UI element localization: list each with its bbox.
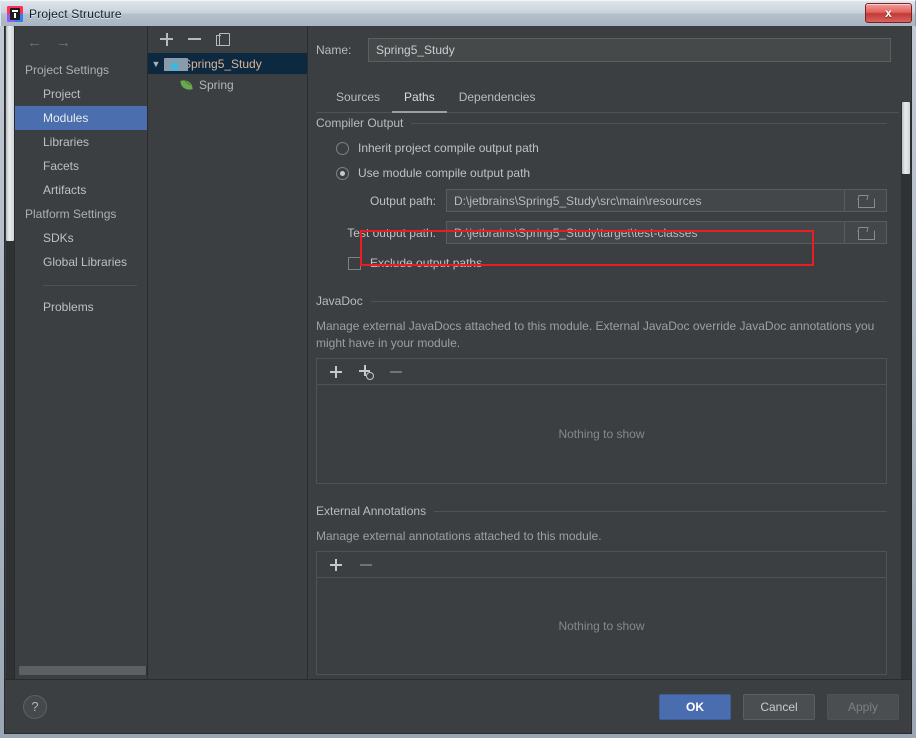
javadoc-empty-state: Nothing to show [558,427,645,441]
section-title-external-annotations: External Annotations [316,504,427,518]
sidebar-nav-arrows: ← → [15,26,147,56]
exclude-output-label: Exclude output paths [370,256,483,270]
module-name-label: Name: [316,43,352,57]
section-compiler-output: Compiler Output [316,116,887,130]
cancel-button[interactable]: Cancel [743,693,815,720]
project-structure-window: Project Structure x ← → Project Settings… [0,0,916,738]
test-output-path-input[interactable] [447,222,844,243]
javadoc-add-button[interactable] [329,365,343,379]
external-annotations-empty-state: Nothing to show [558,619,645,633]
arrow-left-icon[interactable]: ← [27,35,42,50]
left-scrollbar[interactable] [5,26,15,680]
sidebar-item-sdks[interactable]: SDKs [15,226,147,250]
javadoc-toolbar [317,359,886,385]
sidebar-item-libraries[interactable]: Libraries [15,130,147,154]
copy-module-button[interactable] [216,32,230,46]
external-annotations-description: Manage external annotations attached to … [316,529,602,543]
globe-icon [366,371,374,380]
dialog-body: ← → Project Settings Project Modules Lib… [4,26,912,734]
sidebar-group-platform-settings: Platform Settings [25,207,117,221]
jetbrains-icon [7,5,23,22]
module-tree-toolbar [148,26,307,53]
output-path-input[interactable] [447,190,844,211]
help-icon[interactable]: ? [23,694,47,719]
sidebar-item-facets[interactable]: Facets [15,154,147,178]
field-row-test-output-path: Test output path: [316,221,887,244]
external-annotations-list-box: Nothing to show [316,551,887,675]
main-scrollbar-thumb[interactable] [902,102,910,174]
folder-icon [858,227,875,240]
external-annotations-toolbar [317,552,886,578]
radio-row-module-output[interactable]: Use module compile output path [336,166,901,180]
section-title-compiler-output: Compiler Output [316,116,404,130]
apply-button[interactable]: Apply [827,693,899,720]
test-output-path-label: Test output path: [347,225,436,240]
sidebar-item-modules[interactable]: Modules [15,106,147,130]
sidebar-hscrollbar-thumb[interactable] [19,666,146,675]
javadoc-add-url-button[interactable] [359,365,374,380]
check-row-exclude-output[interactable]: Exclude output paths [348,256,901,270]
section-external-annotations: External Annotations [316,504,887,518]
output-path-browse-button[interactable] [844,190,886,211]
add-module-button[interactable] [160,32,174,46]
javadoc-description: Manage external JavaDocs attached to thi… [316,319,875,350]
test-output-path-field-wrap [446,221,887,244]
javadoc-remove-button[interactable] [389,365,403,379]
remove-module-button[interactable] [188,32,202,46]
module-tree-panel: ▼ Spring5_Study Spring [148,26,308,680]
sidebar-group-project-settings: Project Settings [25,63,110,77]
external-annotations-remove-button[interactable] [359,558,373,572]
output-path-label: Output path: [369,193,436,208]
field-row-output-path: Output path: [316,189,887,212]
module-folder-icon [164,57,188,71]
dialog-content: ← → Project Settings Project Modules Lib… [5,26,911,680]
sidebar-item-problems[interactable]: Problems [15,295,147,319]
sidebar-item-global-libraries[interactable]: Global Libraries [15,250,147,274]
radio-row-inherit-output[interactable]: Inherit project compile output path [336,141,901,155]
tree-label-facet-spring: Spring [199,77,234,92]
section-title-javadoc: JavaDoc [316,294,363,308]
section-rule [370,300,887,302]
tree-row-facet-spring[interactable]: Spring [148,74,307,95]
section-rule [434,510,887,512]
test-output-path-browse-button[interactable] [844,222,886,243]
paths-scroll-area: Compiler Output Inherit project compile … [308,102,901,680]
sidebar-horizontal-scrollbar[interactable] [19,666,147,675]
tree-label-module-root: Spring5_Study [183,56,262,71]
javadoc-list-box: Nothing to show [316,358,887,484]
tree-row-module-root[interactable]: ▼ Spring5_Study [148,53,307,74]
window-titlebar: Project Structure x [0,0,916,26]
output-path-field-wrap [446,189,887,212]
module-settings-panel: Name: Sources Paths Dependencies Compile… [308,26,911,680]
radio-module-output[interactable] [336,166,349,180]
sidebar-item-project[interactable]: Project [15,82,147,106]
arrow-right-icon[interactable]: → [56,35,71,50]
ok-button[interactable]: OK [659,693,731,720]
section-javadoc: JavaDoc [316,294,887,308]
dialog-footer: ? OK Cancel Apply [5,679,911,733]
radio-label-module-output: Use module compile output path [358,166,531,180]
radio-label-inherit-output: Inherit project compile output path [358,141,539,155]
section-rule [411,122,887,124]
sidebar-nav-list: Project Settings Project Modules Librari… [15,56,147,319]
module-name-row: Name: [308,26,911,62]
close-icon[interactable]: x [865,3,912,23]
chevron-down-icon[interactable]: ▼ [148,59,164,69]
left-scrollbar-thumb[interactable] [6,26,14,241]
main-vertical-scrollbar[interactable] [901,102,911,680]
module-name-input[interactable] [368,38,891,62]
spring-leaf-icon [180,79,194,91]
radio-inherit-output[interactable] [336,141,349,155]
external-annotations-add-button[interactable] [329,558,343,572]
sidebar-item-artifacts[interactable]: Artifacts [15,178,147,202]
folder-icon [858,195,875,208]
exclude-output-checkbox[interactable] [348,256,361,270]
window-title: Project Structure [29,6,122,21]
sidebar-divider [43,285,137,286]
settings-sidebar: ← → Project Settings Project Modules Lib… [15,26,148,680]
